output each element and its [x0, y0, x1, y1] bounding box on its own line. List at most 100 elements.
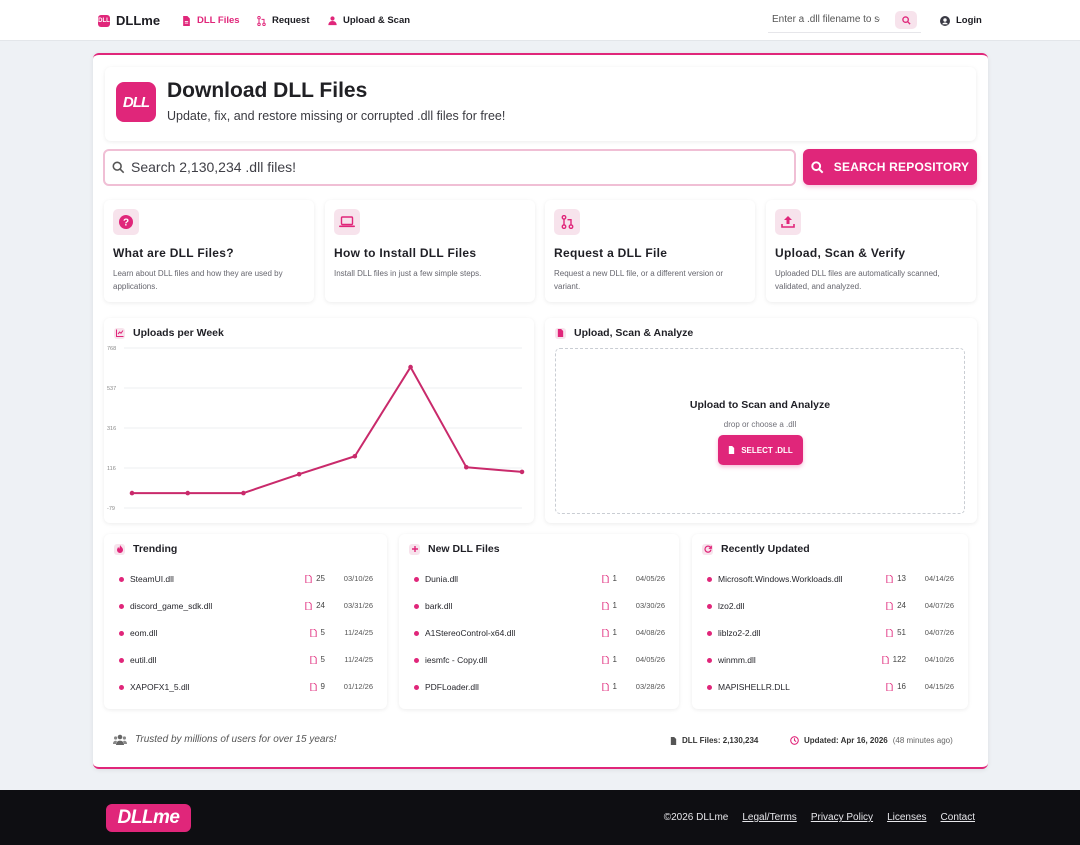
- laptop-icon: [334, 209, 360, 235]
- request-icon: [257, 15, 266, 26]
- bullet-icon: [119, 604, 124, 609]
- bullet-icon: [119, 577, 124, 582]
- data-point[interactable]: [352, 453, 358, 459]
- file-icon: [183, 15, 190, 26]
- list-item[interactable]: PDFLoader.dll 1 03/28/26: [413, 680, 665, 707]
- file-date: 01/12/26: [343, 682, 373, 691]
- list-item[interactable]: discord_game_sdk.dll 24 03/31/26: [118, 599, 373, 626]
- data-point[interactable]: [296, 471, 302, 477]
- user-circle-icon: [940, 15, 950, 26]
- page-subtitle: Update, fix, and restore missing or corr…: [167, 109, 506, 123]
- trust-note: Trusted by millions of users for over 15…: [113, 734, 337, 745]
- data-point[interactable]: [185, 490, 191, 496]
- file-name: Dunia.dll: [425, 574, 459, 584]
- bullet-icon: [414, 577, 419, 582]
- file-icon: [309, 682, 317, 691]
- file-date: 04/05/26: [635, 655, 665, 664]
- footer-link-contact[interactable]: Contact: [941, 812, 975, 823]
- file-icon: [886, 628, 893, 637]
- y-tick-label: 316: [107, 426, 116, 432]
- file-date: 03/31/26: [343, 601, 373, 610]
- feature-what-are-dll[interactable]: ? What are DLL Files? Learn about DLL fi…: [104, 200, 314, 302]
- file-count: 9: [309, 682, 325, 691]
- list-item[interactable]: lzo2.dll 24 04/07/26: [706, 599, 954, 626]
- nav-dll-files[interactable]: DLL Files: [182, 15, 240, 26]
- search-icon: [901, 15, 911, 25]
- list-item[interactable]: liblzo2-2.dll 51 04/07/26: [706, 626, 954, 653]
- list-item[interactable]: eom.dll 5 11/24/25: [118, 626, 373, 653]
- dll-count-stat: DLL Files: 2,130,234: [670, 736, 758, 745]
- site-footer: DLLme ©2026 DLLme Legal/Terms Privacy Po…: [0, 790, 1080, 845]
- file-name: winmm.dll: [718, 655, 756, 665]
- footer-links: ©2026 DLLme Legal/Terms Privacy Policy L…: [664, 812, 975, 823]
- list-item[interactable]: A1StereoControl-x64.dll 1 04/08/26: [413, 626, 665, 653]
- list-item[interactable]: iesmfc - Copy.dll 1 04/05/26: [413, 653, 665, 680]
- list-item[interactable]: SteamUI.dll 25 03/10/26: [118, 572, 373, 599]
- repository-search-input[interactable]: [131, 159, 771, 175]
- select-dll-button[interactable]: SELECT .DLL: [718, 435, 803, 465]
- list-item[interactable]: Microsoft.Windows.Workloads.dll 13 04/14/2…: [706, 572, 954, 599]
- file-name: eom.dll: [130, 628, 158, 638]
- list-item[interactable]: Dunia.dll 1 04/05/26: [413, 572, 665, 599]
- list-item[interactable]: MAPISHELLR.DLL 16 04/15/26: [706, 680, 954, 707]
- nav-search-input[interactable]: [772, 14, 880, 25]
- dll-dropzone[interactable]: Upload to Scan and Analyze drop or choos…: [555, 348, 965, 514]
- upload-scan-panel: Upload, Scan & Analyze Upload to Scan an…: [545, 318, 977, 523]
- list-item[interactable]: eutil.dll 5 11/24/25: [118, 653, 373, 680]
- data-point[interactable]: [129, 490, 135, 496]
- search-repository-button[interactable]: SEARCH REPOSITORY: [803, 149, 977, 185]
- file-date: 04/08/26: [635, 628, 665, 637]
- nav-request[interactable]: Request: [257, 15, 309, 26]
- list-item[interactable]: winmm.dll 122 04/10/26: [706, 653, 954, 680]
- file-icon: [601, 655, 609, 664]
- file-name: bark.dll: [425, 601, 453, 611]
- feature-request-dll[interactable]: Request a DLL File Request a new DLL fil…: [545, 200, 755, 302]
- repository-search: [103, 149, 796, 186]
- nav-upload-scan[interactable]: Upload & Scan: [328, 15, 410, 26]
- file-icon: [882, 655, 889, 664]
- bullet-icon: [414, 631, 419, 636]
- file-icon: [729, 446, 735, 454]
- feature-upload-scan[interactable]: Upload, Scan & Verify Uploaded DLL files…: [766, 200, 976, 302]
- file-name: lzo2.dll: [718, 601, 745, 611]
- data-point[interactable]: [463, 464, 469, 470]
- footer-copyright: ©2026 DLLme: [663, 812, 729, 823]
- file-count: 16: [886, 682, 906, 691]
- file-icon: [555, 327, 566, 339]
- data-point[interactable]: [408, 364, 413, 370]
- footer-link-legal[interactable]: Legal/Terms: [742, 812, 796, 823]
- file-count: 1: [601, 601, 617, 610]
- recent-title: Recently Updated: [721, 543, 810, 555]
- bullet-icon: [707, 604, 712, 609]
- footer-logo[interactable]: DLLme: [106, 804, 191, 832]
- brand-link[interactable]: DLL DLLme: [98, 13, 160, 28]
- file-icon: [886, 601, 893, 610]
- upload-user-icon: [328, 15, 337, 25]
- login-link[interactable]: Login: [940, 15, 982, 26]
- file-name: XAPOFX1_5.dll: [130, 682, 190, 692]
- brand-logo-icon: DLL: [98, 14, 110, 27]
- data-point[interactable]: [519, 469, 525, 475]
- data-point[interactable]: [241, 490, 246, 496]
- feature-how-to-install[interactable]: How to Install DLL Files Install DLL fil…: [325, 200, 535, 302]
- file-count: 1: [601, 682, 617, 691]
- list-item[interactable]: XAPOFX1_5.dll 9 01/12/26: [118, 680, 373, 707]
- file-date: 03/10/26: [343, 574, 373, 583]
- bullet-icon: [414, 604, 419, 609]
- file-date: 03/30/26: [635, 601, 665, 610]
- file-date: 11/24/25: [344, 655, 373, 664]
- upload-icon: [775, 209, 801, 235]
- dropzone-subtitle: drop or choose a .dll: [723, 420, 797, 429]
- footer-link-privacy[interactable]: Privacy Policy: [811, 812, 873, 823]
- list-item[interactable]: bark.dll 1 03/30/26: [413, 599, 665, 626]
- nav-search-button[interactable]: [895, 11, 917, 29]
- recently-updated-panel: Recently Updated Microsoft.Windows.Workl…: [692, 534, 968, 709]
- bullet-icon: [414, 658, 419, 663]
- hero-section: DLL Download DLL Files Update, fix, and …: [105, 67, 976, 141]
- new-files-list: Dunia.dll 1 04/05/26 bark.dll 1 03/30/26 A1Ste…: [413, 572, 665, 707]
- page-title: Download DLL Files: [167, 79, 368, 102]
- file-name: liblzo2-2.dll: [718, 628, 761, 638]
- footer-link-licenses[interactable]: Licenses: [887, 812, 926, 823]
- users-icon: [113, 734, 127, 745]
- clock-icon: [790, 736, 799, 745]
